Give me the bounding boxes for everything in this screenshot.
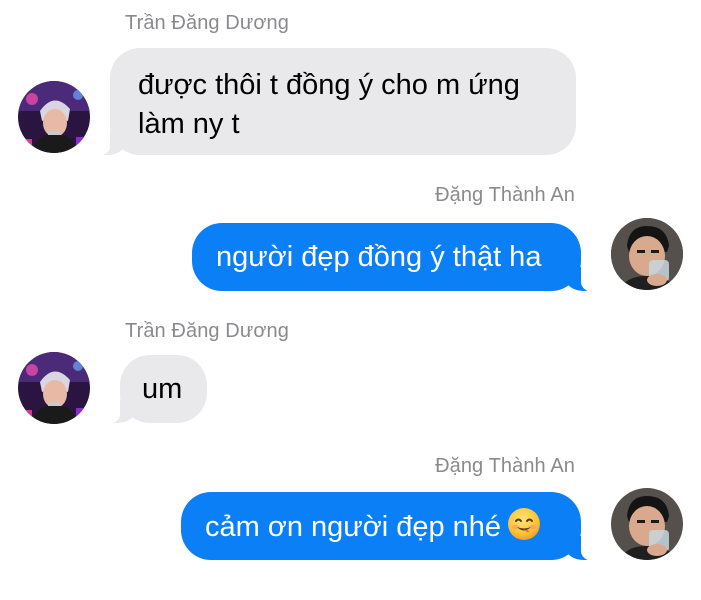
outgoing-message-bubble[interactable]: người đẹp đồng ý thật ha — [192, 223, 601, 292]
message-text: cảm ơn người đẹp nhé — [205, 511, 502, 543]
outgoing-message-bubble[interactable]: cảm ơn người đẹp nhé — [181, 492, 601, 561]
sender-name: Trần Đăng Dương — [125, 320, 289, 342]
message-text: um — [142, 373, 183, 405]
message-text: người đẹp đồng ý thật ha — [216, 241, 542, 273]
message-text: được thôi t đồng ý cho m ứng làm ny t — [138, 69, 520, 140]
conversation-thread: Trần Đăng Dương được thôi t đồng ý cho m… — [0, 0, 701, 600]
user-avatar-icon[interactable] — [611, 488, 683, 560]
sender-name: Đặng Thành An — [435, 455, 575, 477]
sender-name: Đặng Thành An — [435, 184, 575, 206]
contact-avatar-icon[interactable] — [18, 81, 90, 153]
user-avatar-icon[interactable] — [611, 218, 683, 290]
contact-avatar-icon[interactable] — [18, 352, 90, 424]
incoming-message-bubble[interactable]: um — [100, 355, 207, 424]
incoming-message-bubble[interactable]: được thôi t đồng ý cho m ứng làm ny t — [90, 48, 576, 156]
sender-name: Trần Đăng Dương — [125, 12, 289, 34]
smiling-face-emoji-icon — [507, 507, 541, 552]
